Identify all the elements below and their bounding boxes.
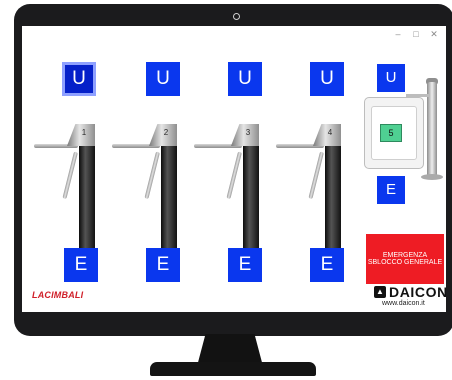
close-button[interactable]: ✕	[428, 29, 440, 39]
lacimbali-logo: LACIMBALI	[32, 290, 84, 300]
gate-5-number: 5	[380, 124, 402, 142]
emergency-line-1: EMERGENZA	[382, 252, 428, 259]
emergency-line-2: SBLOCCO GENERALE	[367, 259, 443, 266]
app-window: – □ ✕ U 1 E U 2 E U 3 E U 4 E U 5 E EMER…	[22, 26, 446, 312]
maximize-button[interactable]: □	[410, 29, 422, 39]
gate-4-entry-button[interactable]: E	[310, 248, 344, 282]
daicon-website: www.daicon.it	[382, 300, 425, 307]
gate-4-turnstile-post	[325, 144, 341, 254]
gate-3-entry-button[interactable]: E	[228, 248, 262, 282]
gate-1-turnstile-post	[79, 144, 95, 254]
daicon-logo: ▲ DAICON	[374, 284, 446, 300]
gate-1-exit-button[interactable]: U	[62, 62, 96, 96]
minimize-button[interactable]: –	[392, 29, 404, 39]
gate-4-turnstile-leg	[308, 151, 324, 200]
gate-3-exit-button[interactable]: U	[228, 62, 262, 96]
gate-2-exit-button[interactable]: U	[146, 62, 180, 96]
gate-5-entry-button[interactable]: E	[377, 176, 405, 204]
daicon-wordmark: DAICON	[389, 284, 446, 300]
gate-4-exit-button[interactable]: U	[310, 62, 344, 96]
gate-3-number: 3	[245, 128, 251, 137]
gate-1-turnstile-leg	[62, 151, 78, 200]
gate-3-turnstile-post	[243, 144, 259, 254]
webcam-icon	[233, 13, 240, 20]
emergency-unlock-button[interactable]: EMERGENZA SBLOCCO GENERALE	[366, 234, 444, 284]
daicon-mark-icon: ▲	[374, 286, 386, 298]
gate-4-number: 4	[327, 128, 333, 137]
gate-2-number: 2	[163, 128, 169, 137]
gate-1-entry-button[interactable]: E	[64, 248, 98, 282]
monitor-stand-base	[150, 362, 316, 376]
gate-2-turnstile-leg	[144, 151, 160, 200]
gate-2-turnstile-post	[161, 144, 177, 254]
gate-5-exit-button[interactable]: U	[377, 64, 405, 92]
gate-1-number: 1	[81, 128, 87, 137]
gate-5-pillar-foot	[421, 174, 443, 180]
gate-2-entry-button[interactable]: E	[146, 248, 180, 282]
gate-3-turnstile-leg	[226, 151, 242, 200]
